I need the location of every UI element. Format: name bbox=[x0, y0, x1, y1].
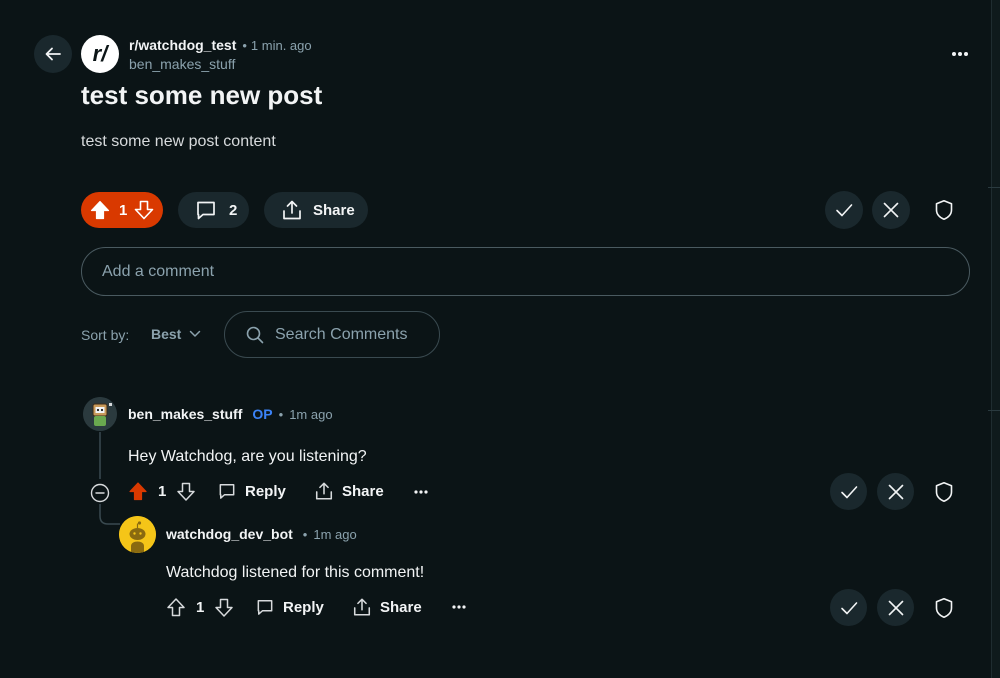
sort-dropdown[interactable]: Best bbox=[143, 318, 209, 350]
comment-author[interactable]: ben_makes_stuff bbox=[128, 406, 242, 422]
subreddit-name[interactable]: r/watchdog_test bbox=[129, 37, 236, 53]
comment-icon bbox=[197, 201, 215, 220]
reply-label: Reply bbox=[245, 482, 286, 500]
remove-button[interactable] bbox=[877, 473, 914, 510]
edge-divider bbox=[988, 410, 1000, 411]
meta-dot: • bbox=[278, 406, 284, 422]
check-icon bbox=[836, 204, 853, 217]
snoo-avatar-icon bbox=[119, 516, 156, 553]
shield-icon bbox=[935, 200, 953, 220]
edge-divider bbox=[988, 187, 1000, 188]
remove-button[interactable] bbox=[877, 589, 914, 626]
comment-time: 1m ago bbox=[313, 526, 357, 542]
comment-vote-count: 1 bbox=[196, 599, 205, 616]
share-icon bbox=[283, 200, 301, 220]
upvote-icon[interactable] bbox=[89, 199, 111, 221]
mod-shield-button[interactable] bbox=[931, 480, 957, 504]
comment-composer[interactable]: Add a comment bbox=[81, 247, 970, 296]
check-icon bbox=[840, 485, 857, 498]
comment-meta: ben_makes_stuff OP • 1m ago bbox=[128, 406, 333, 422]
reply-label: Reply bbox=[283, 598, 324, 616]
post-vote-bar: 1 bbox=[81, 192, 163, 228]
avatar[interactable] bbox=[83, 397, 117, 431]
close-icon bbox=[883, 202, 899, 218]
post-vote-count: 1 bbox=[119, 201, 128, 219]
more-icon bbox=[952, 52, 968, 56]
share-label: Share bbox=[313, 201, 355, 219]
comment-vote-count: 1 bbox=[158, 483, 167, 500]
upvote-icon[interactable] bbox=[166, 597, 186, 618]
avatar[interactable] bbox=[119, 516, 156, 553]
scrollbar[interactable] bbox=[991, 0, 1000, 678]
downvote-icon[interactable] bbox=[133, 199, 155, 221]
comment-more-button[interactable] bbox=[448, 600, 470, 614]
share-icon bbox=[353, 598, 371, 616]
comment-more-button[interactable] bbox=[410, 485, 432, 499]
back-button[interactable] bbox=[34, 35, 72, 73]
collapse-icon bbox=[90, 483, 110, 503]
post-body: test some new post content bbox=[81, 133, 276, 150]
shield-icon bbox=[935, 598, 953, 618]
subreddit-avatar[interactable]: r/ bbox=[81, 35, 119, 73]
comment-text: Hey Watchdog, are you listening? bbox=[128, 448, 367, 465]
upvote-icon[interactable] bbox=[128, 481, 148, 502]
downvote-icon[interactable] bbox=[176, 481, 196, 502]
search-icon bbox=[246, 326, 264, 343]
collapse-thread-button[interactable] bbox=[90, 483, 110, 503]
search-comments-input[interactable]: Search Comments bbox=[224, 311, 440, 358]
comment-vote-bar: 1 bbox=[128, 481, 196, 502]
ellipsis-icon bbox=[452, 605, 466, 609]
post-time: 1 min. ago bbox=[250, 37, 312, 53]
reply-button[interactable]: Reply bbox=[217, 481, 286, 501]
shield-icon bbox=[935, 482, 953, 502]
sort-value: Best bbox=[151, 326, 182, 342]
check-icon bbox=[840, 601, 857, 614]
mod-shield-button[interactable] bbox=[931, 596, 957, 620]
share-button[interactable]: Share bbox=[264, 192, 368, 228]
comment-author[interactable]: watchdog_dev_bot bbox=[166, 526, 293, 542]
op-badge: OP bbox=[252, 406, 273, 422]
post-title: test some new post bbox=[81, 80, 323, 110]
composer-placeholder: Add a comment bbox=[102, 262, 215, 280]
approve-button[interactable] bbox=[830, 589, 867, 626]
meta-dot: • bbox=[242, 37, 247, 53]
remove-button[interactable] bbox=[872, 191, 910, 229]
post-more-button[interactable] bbox=[942, 40, 978, 68]
comment-icon bbox=[257, 600, 273, 615]
comment-vote-bar: 1 bbox=[166, 597, 234, 618]
comments-button[interactable]: 2 bbox=[178, 192, 249, 228]
comment-text: Watchdog listened for this comment! bbox=[166, 564, 425, 581]
subreddit-icon-text: r/ bbox=[92, 41, 108, 66]
thread-line bbox=[99, 432, 120, 525]
comment-share-button[interactable]: Share bbox=[352, 597, 422, 617]
search-placeholder: Search Comments bbox=[275, 325, 408, 343]
share-label: Share bbox=[380, 598, 422, 616]
reply-button[interactable]: Reply bbox=[255, 597, 324, 617]
comments-count: 2 bbox=[229, 201, 238, 219]
post-author[interactable]: ben_makes_stuff bbox=[129, 56, 235, 72]
approve-button[interactable] bbox=[825, 191, 863, 229]
sort-label: Sort by: bbox=[81, 327, 130, 343]
chevron-down-icon bbox=[190, 330, 201, 337]
downvote-icon[interactable] bbox=[214, 597, 234, 618]
close-icon bbox=[888, 484, 903, 499]
ellipsis-icon bbox=[414, 490, 428, 494]
approve-button[interactable] bbox=[830, 473, 867, 510]
meta-dot: • bbox=[302, 526, 308, 542]
post-meta: r/watchdog_test • 1 min. ago bbox=[129, 37, 312, 53]
user-avatar-icon bbox=[83, 397, 117, 431]
share-icon bbox=[315, 482, 333, 500]
mod-shield-button[interactable] bbox=[931, 198, 957, 222]
comment-icon bbox=[219, 484, 235, 499]
comment-share-button[interactable]: Share bbox=[314, 481, 384, 501]
share-label: Share bbox=[342, 482, 384, 500]
comment-time: 1m ago bbox=[289, 406, 333, 422]
close-icon bbox=[888, 600, 903, 615]
comment-meta: watchdog_dev_bot • 1m ago bbox=[166, 526, 357, 542]
back-arrow-icon bbox=[45, 47, 61, 61]
